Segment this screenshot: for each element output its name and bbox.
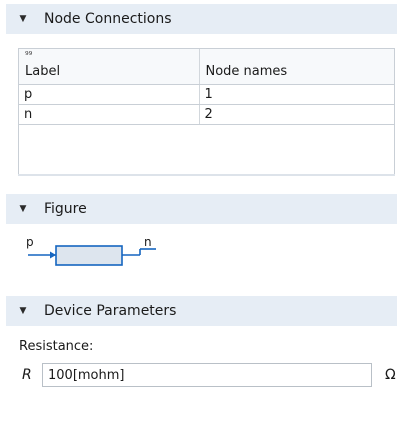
section-title: Device Parameters <box>44 303 177 319</box>
cell-label[interactable]: p <box>19 84 200 105</box>
section-header-figure[interactable]: ▼ Figure <box>6 194 397 224</box>
section-title: Node Connections <box>44 11 172 27</box>
section-header-node-connections[interactable]: ▼ Node Connections <box>6 4 397 34</box>
resistor-body <box>55 245 123 266</box>
current-arrow <box>50 251 56 259</box>
collapse-arrow-icon[interactable]: ▼ <box>18 14 28 24</box>
terminal-n-label: n <box>144 235 152 249</box>
resistance-symbol: R <box>22 367 32 383</box>
cell-label[interactable]: n <box>19 104 200 125</box>
column-header-node-names[interactable]: Node names <box>199 49 394 85</box>
collapse-arrow-icon[interactable]: ▼ <box>18 306 28 316</box>
cell-node-name[interactable]: 2 <box>199 104 394 125</box>
table-row[interactable]: n 2 <box>19 104 394 125</box>
section-title: Figure <box>44 201 87 217</box>
section-header-device-parameters[interactable]: ▼ Device Parameters <box>6 296 397 326</box>
collapse-arrow-icon[interactable]: ▼ <box>18 204 28 214</box>
resistance-input[interactable] <box>42 363 372 387</box>
node-connections-table: ⁹⁹ Label Node names p 1 n 2 <box>18 48 395 176</box>
sort-icon: ⁹⁹ <box>25 51 33 61</box>
terminal-p-label: p <box>26 235 34 249</box>
table-bottom-rule <box>18 174 395 176</box>
resistor-figure: p n <box>18 230 168 270</box>
column-header-label[interactable]: ⁹⁹ Label <box>19 49 200 85</box>
table-header-row: ⁹⁹ Label Node names <box>19 49 394 85</box>
cell-node-name[interactable]: 1 <box>199 84 394 105</box>
table-row[interactable]: p 1 <box>19 84 394 105</box>
resistance-label: Resistance: <box>19 339 94 354</box>
resistor-symbol-icon: p n <box>26 235 156 266</box>
resistance-unit: Ω <box>385 367 396 383</box>
